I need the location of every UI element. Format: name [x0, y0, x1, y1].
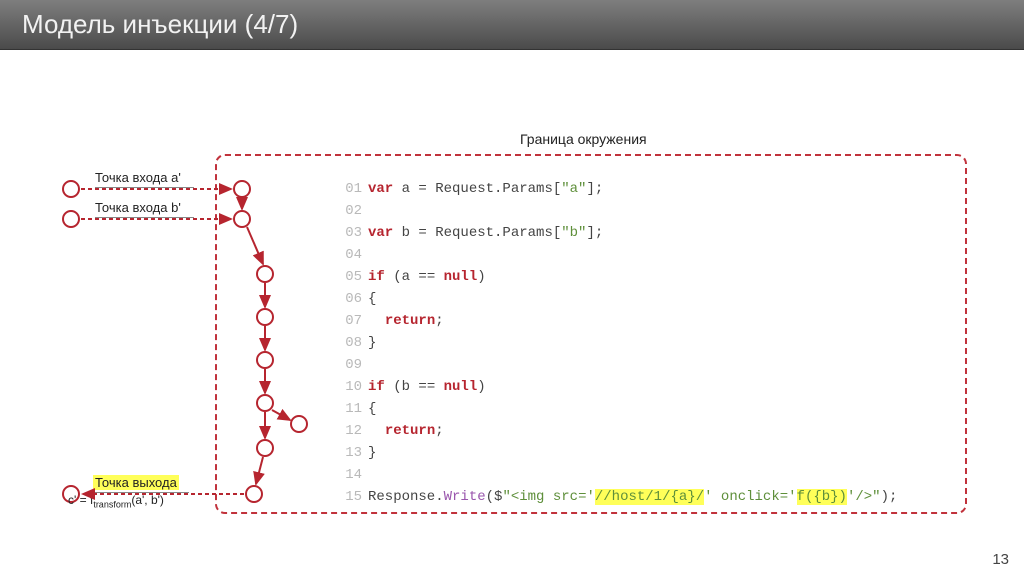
graph-node-6: [256, 394, 274, 412]
code-line-04: 04: [340, 244, 897, 266]
diagram-stage: Граница окружения Точка входа a' Точка в…: [0, 70, 1024, 574]
code-line-14: 14: [340, 464, 897, 486]
graph-node-3: [256, 265, 274, 283]
entry-label-b: Точка входа b': [95, 200, 181, 215]
slide-title: Модель инъекции (4/7): [22, 9, 298, 40]
formula-label: c' = ftransform(a', b'): [68, 493, 164, 509]
formula-sub: transform: [93, 499, 131, 509]
graph-node-2: [233, 210, 251, 228]
code-line-01: 01var a = Request.Params["a"];: [340, 178, 897, 200]
page-number: 13: [992, 551, 1009, 568]
code-line-02: 02: [340, 200, 897, 222]
code-line-09: 09: [340, 354, 897, 376]
code-line-05: 05if (a == null): [340, 266, 897, 288]
code-line-06: 06{: [340, 288, 897, 310]
code-line-07: 07 return;: [340, 310, 897, 332]
exit-label: Точка выхода: [93, 475, 179, 490]
underline-b: [95, 217, 194, 218]
code-line-11: 11{: [340, 398, 897, 420]
underline-a: [95, 187, 194, 188]
code-line-12: 12 return;: [340, 420, 897, 442]
code-line-10: 10if (b == null): [340, 376, 897, 398]
code-block: 01var a = Request.Params["a"]; 02 03var …: [340, 178, 897, 508]
graph-node-7: [290, 415, 308, 433]
formula-pre: c' = f: [68, 493, 93, 507]
entry-label-a: Точка входа a': [95, 170, 181, 185]
formula-post: (a', b'): [131, 493, 164, 507]
graph-node-1: [233, 180, 251, 198]
slide-header: Модель инъекции (4/7): [0, 0, 1024, 50]
graph-node-8: [256, 439, 274, 457]
graph-node-9: [245, 485, 263, 503]
graph-node-4: [256, 308, 274, 326]
code-line-08: 08}: [340, 332, 897, 354]
graph-node-5: [256, 351, 274, 369]
boundary-label: Граница окружения: [520, 131, 647, 147]
code-line-03: 03var b = Request.Params["b"];: [340, 222, 897, 244]
code-line-15: 15Response.Write($"<img src='//host/1/{a…: [340, 486, 897, 508]
ext-node-b: [62, 210, 80, 228]
code-line-13: 13}: [340, 442, 897, 464]
ext-node-a: [62, 180, 80, 198]
